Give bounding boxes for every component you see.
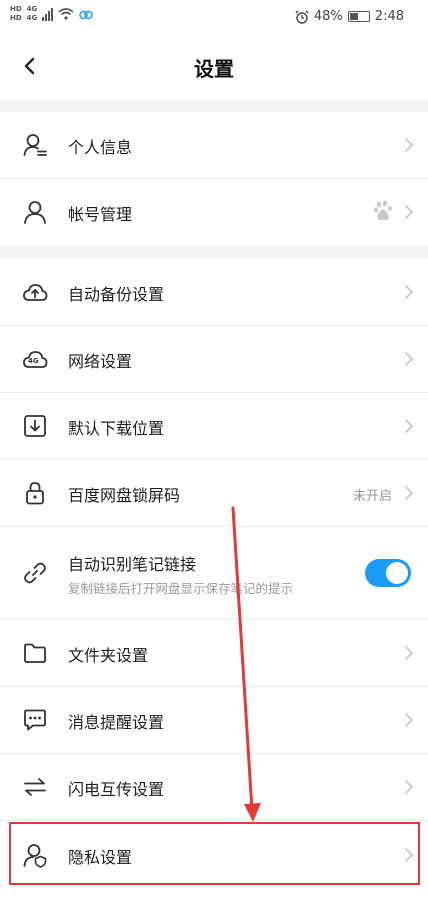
settings-item-label: 网络设置 <box>68 352 133 371</box>
alarm-icon <box>295 10 309 24</box>
baidu-paw-icon <box>374 200 392 221</box>
settings-item-label: 自动识别笔记链接 <box>68 555 197 574</box>
network-4g-label: 4G <box>28 357 39 365</box>
settings-item-label: 帐号管理 <box>68 205 133 224</box>
settings-item-notifications[interactable]: 消息提醒设置 <box>0 687 428 753</box>
settings-item-note-link: 自动识别笔记链接 复制链接后打开网盘显示保存笔记的提示 <box>0 527 428 619</box>
chevron-right-icon <box>405 486 414 500</box>
signal-icon: 4G 4G <box>27 5 38 23</box>
signal-label-2: 4G <box>26 14 38 22</box>
settings-item-label: 闪电互传设置 <box>68 780 165 799</box>
message-icon <box>24 709 46 731</box>
settings-item-profile[interactable]: 个人信息 <box>0 112 428 178</box>
settings-item-label: 自动备份设置 <box>68 285 165 304</box>
chevron-right-icon <box>405 713 414 727</box>
folder-icon <box>24 643 46 663</box>
settings-item-label: 文件夹设置 <box>68 646 149 665</box>
header: 设置 <box>0 34 428 100</box>
lock-icon <box>26 482 44 505</box>
lock-code-status: 未开启 <box>352 489 392 504</box>
battery-percent: 48% <box>313 9 343 24</box>
settings-item-label: 默认下载位置 <box>68 419 165 438</box>
settings-item-download-location[interactable]: 默认下载位置 <box>0 393 428 459</box>
hd-label-top: HD <box>10 5 22 13</box>
settings-item-label: 百度网盘锁屏码 <box>68 486 181 505</box>
status-left: HD HD 4G 4G <box>10 5 94 23</box>
chevron-right-icon <box>405 352 414 366</box>
page-title: 设置 <box>194 57 234 81</box>
vpn-icon <box>79 10 94 20</box>
signal-label-1: 4G <box>26 5 38 13</box>
cloud-4g-icon: 4G <box>22 346 48 372</box>
chevron-right-icon <box>405 138 414 152</box>
settings-item-label: 消息提醒设置 <box>68 713 165 732</box>
user-icon <box>24 201 46 224</box>
chevron-right-icon <box>405 205 414 219</box>
clock: 2:48 <box>374 9 404 24</box>
cloud-upload-icon <box>23 284 48 301</box>
annotation-highlight-box <box>9 822 420 885</box>
battery-icon <box>347 11 370 22</box>
settings-item-transfer[interactable]: 闪电互传设置 <box>0 754 428 820</box>
settings-item-network[interactable]: 4G 网络设置 <box>0 326 428 392</box>
settings-item-lock-code[interactable]: 百度网盘锁屏码 未开启 <box>0 460 428 526</box>
hd-icon: HD HD <box>10 5 22 23</box>
signal-bars-icon <box>42 7 54 21</box>
status-right: 48% 2:48 <box>295 9 404 24</box>
chevron-right-icon <box>405 780 414 794</box>
settings-item-folder[interactable]: 文件夹设置 <box>0 620 428 686</box>
link-icon <box>24 562 46 584</box>
chevron-right-icon <box>405 419 414 433</box>
transfer-icon <box>24 778 46 796</box>
hd-label-bottom: HD <box>10 14 22 22</box>
general-card: 自动备份设置 4G 网络设置 默认下载位置 百度网盘锁屏码 未开启 自动识别笔记… <box>0 259 428 904</box>
chevron-right-icon <box>405 285 414 299</box>
chevron-right-icon <box>405 646 414 660</box>
profile-icon <box>23 134 47 156</box>
status-bar: HD HD 4G 4G 48% 2:48 <box>0 0 428 34</box>
settings-item-sublabel: 复制链接后打开网盘显示保存笔记的提示 <box>68 581 294 596</box>
settings-item-auto-backup[interactable]: 自动备份设置 <box>0 259 428 325</box>
toggle-knob <box>386 562 408 584</box>
wifi-icon <box>58 8 74 20</box>
settings-item-label: 个人信息 <box>68 138 133 157</box>
note-link-toggle[interactable] <box>365 559 411 587</box>
download-box-icon <box>24 415 46 437</box>
account-card: 个人信息 帐号管理 <box>0 112 428 245</box>
settings-item-account[interactable]: 帐号管理 <box>0 179 428 245</box>
